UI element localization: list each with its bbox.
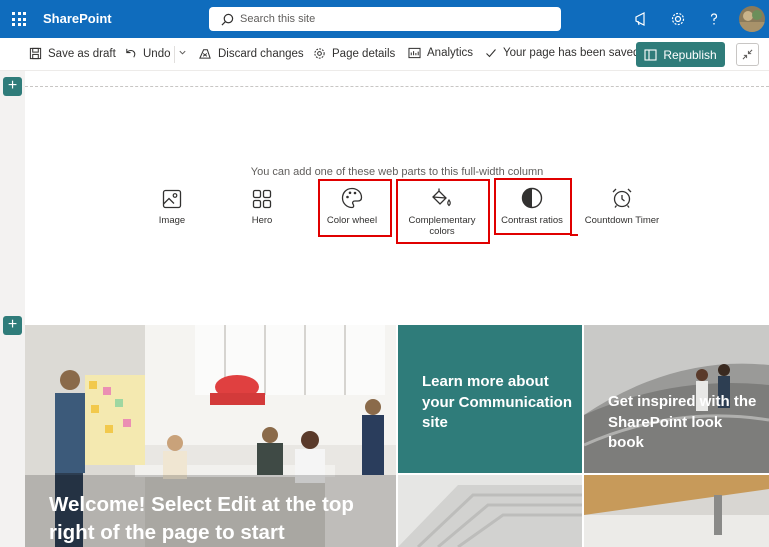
section-rail — [0, 71, 25, 547]
save-draft-label: Save as draft — [48, 47, 116, 60]
suite-bar: SharePoint Search this site — [0, 0, 769, 38]
megaphone-icon[interactable] — [631, 8, 653, 30]
hero-tile-3[interactable] — [398, 475, 582, 547]
help-icon[interactable] — [703, 8, 725, 30]
webpart-countdown-timer[interactable]: Countdown Timer — [582, 183, 662, 226]
discard-label: Discard changes — [218, 47, 304, 60]
webpart-hint: You can add one of these web parts to th… — [250, 166, 544, 178]
divider — [174, 46, 175, 63]
alarm-clock-icon — [612, 188, 632, 208]
interior-photo — [584, 475, 769, 547]
hero-tile-4[interactable] — [584, 475, 769, 547]
highlight-mark — [570, 234, 578, 236]
republish-button[interactable]: Republish — [636, 42, 725, 67]
analytics-button[interactable]: Analytics — [408, 47, 473, 59]
undo-button[interactable]: Undo — [124, 47, 171, 60]
search-input[interactable]: Search this site — [240, 13, 315, 25]
chevron-down-icon[interactable] — [178, 48, 187, 60]
add-section-button[interactable]: + — [3, 77, 22, 96]
hero-tile-title[interactable]: Get inspired with the SharePoint look bo… — [608, 392, 758, 454]
highlight-box — [318, 179, 392, 237]
gear-icon[interactable] — [667, 8, 689, 30]
hero-tile-title[interactable]: Learn more about your Communication site — [422, 372, 572, 434]
add-section-button[interactable]: + — [3, 316, 22, 335]
highlight-box — [396, 179, 490, 244]
search-icon — [221, 13, 234, 25]
gear-icon — [314, 48, 325, 59]
page-details-label: Page details — [332, 47, 396, 60]
page-details-button[interactable]: Page details — [313, 47, 395, 60]
undo-icon — [126, 48, 136, 58]
avatar[interactable] — [739, 6, 765, 32]
app-launcher-icon[interactable] — [12, 12, 26, 26]
webpart-hero[interactable]: Hero — [222, 183, 302, 226]
webpart-image[interactable]: Image — [132, 183, 212, 226]
republish-label: Republish — [663, 47, 717, 62]
webpart-label: Countdown Timer — [584, 215, 660, 226]
save-icon — [29, 47, 42, 60]
webpart-label: Hero — [251, 215, 273, 226]
save-status: Your page has been saved — [485, 47, 639, 59]
undo-label: Undo — [143, 47, 171, 60]
discard-icon — [199, 49, 211, 59]
collapse-icon — [742, 49, 753, 60]
page-icon — [644, 48, 657, 61]
hero-main-title[interactable]: Welcome! Select Edit at the top right of… — [49, 491, 389, 547]
collapse-button[interactable] — [736, 43, 759, 66]
search-box[interactable]: Search this site — [209, 7, 561, 31]
save-status-label: Your page has been saved — [503, 47, 640, 59]
discard-changes-button[interactable]: Discard changes — [198, 47, 304, 60]
save-draft-button[interactable]: Save as draft — [29, 47, 116, 60]
webpart-label: Image — [158, 215, 186, 226]
analytics-label: Analytics — [427, 47, 474, 59]
ceiling-photo — [398, 475, 582, 547]
highlight-box — [494, 178, 572, 235]
image-icon — [162, 189, 182, 209]
app-name[interactable]: SharePoint — [43, 11, 112, 26]
analytics-icon — [408, 47, 421, 59]
hero-icon — [252, 189, 272, 209]
checkmark-icon — [486, 49, 496, 58]
